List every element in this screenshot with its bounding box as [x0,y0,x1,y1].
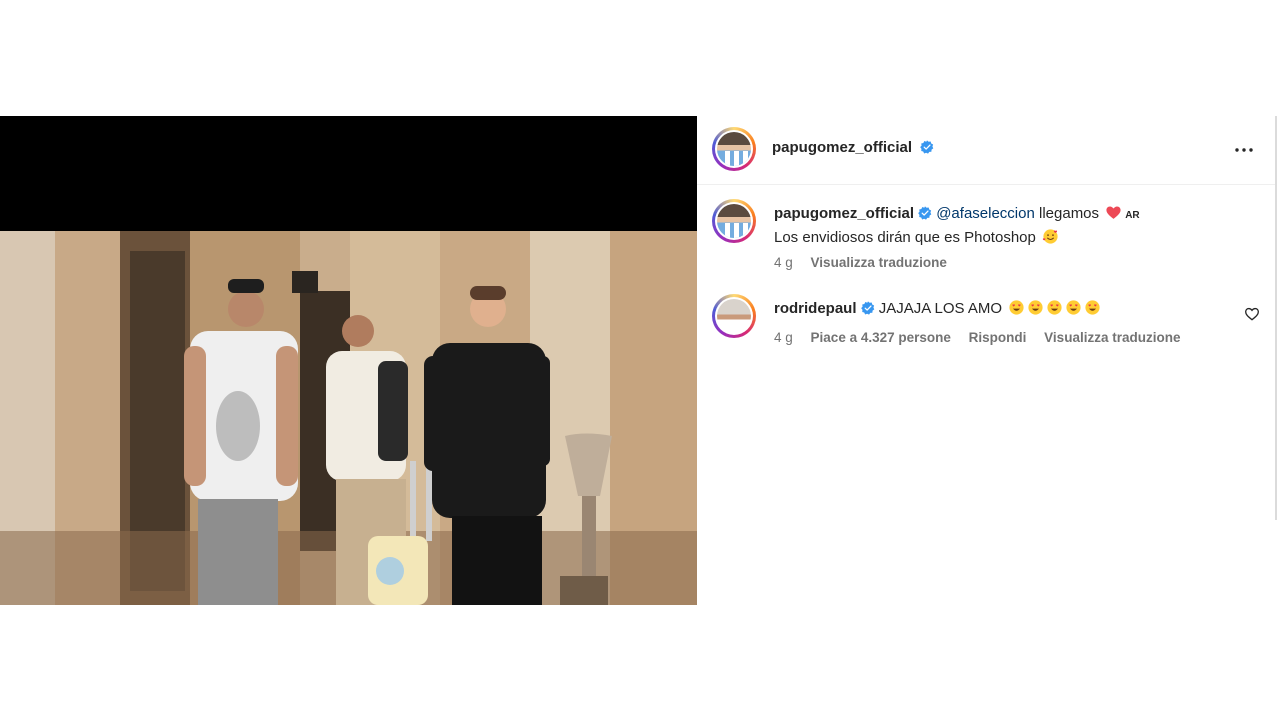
photo-letterbox [0,116,697,231]
comment-meta: 4 g Piace a 4.327 persone Rispondi Visua… [774,330,1194,345]
post-image [0,231,697,605]
caption-mention[interactable]: @afaseleccion [936,205,1035,222]
heart-eyes-emoji-icon [1085,300,1100,315]
caption-age: 4 g [774,255,793,270]
caption-text: papugomez_official @afaseleccion llegamo… [774,203,1224,249]
comment-body: JAJAJA LOS AMO [878,300,1003,317]
post-header: papugomez_official [697,116,1275,185]
heart-eyes-emoji-row [1006,300,1101,317]
post-photo[interactable] [0,116,697,605]
smiling-face-with-hearts-icon [1042,229,1058,244]
verified-badge-icon [918,206,932,220]
caption-line1: llegamos [1039,205,1100,222]
flag-badge: AR [1125,210,1140,221]
author-name: papugomez_official [772,139,934,157]
heart-eyes-emoji-icon [1009,300,1024,315]
post-details-panel: papugomez_official papugomez_official @a… [697,116,1275,605]
comment-translate-link[interactable]: Visualizza traduzione [1044,330,1180,345]
comment-item: rodridepaul JAJAJA LOS AMO 4 g Piace a 4… [697,294,1275,369]
panel-border-gap [1275,520,1277,605]
heart-eyes-emoji-icon [1047,300,1062,315]
comment-likes-link[interactable]: Piace a 4.327 persone [811,330,951,345]
author-username[interactable]: papugomez_official [772,139,912,156]
caption-translate-link[interactable]: Visualizza traduzione [811,255,947,270]
verified-badge-icon [860,301,874,315]
caption-avatar[interactable] [712,199,756,243]
caption-line2: Los envidiosos dirán que es Photoshop [774,229,1036,246]
reply-button[interactable]: Rispondi [969,330,1027,345]
commenter-username[interactable]: rodridepaul [774,300,857,317]
commenter-avatar[interactable] [712,294,756,338]
like-heart-icon[interactable] [1244,306,1260,322]
author-avatar[interactable] [712,127,756,171]
post-caption: papugomez_official @afaseleccion llegamo… [697,199,1275,274]
caption-meta: 4 g Visualizza traduzione [774,255,961,270]
heart-eyes-emoji-icon [1066,300,1081,315]
caption-username[interactable]: papugomez_official [774,205,914,222]
more-options-icon[interactable] [1232,138,1256,162]
red-heart-icon [1106,206,1121,219]
verified-badge-icon [920,140,934,154]
heart-eyes-emoji-icon [1028,300,1043,315]
comment-age: 4 g [774,330,793,345]
comment-text: rodridepaul JAJAJA LOS AMO [774,298,1224,320]
